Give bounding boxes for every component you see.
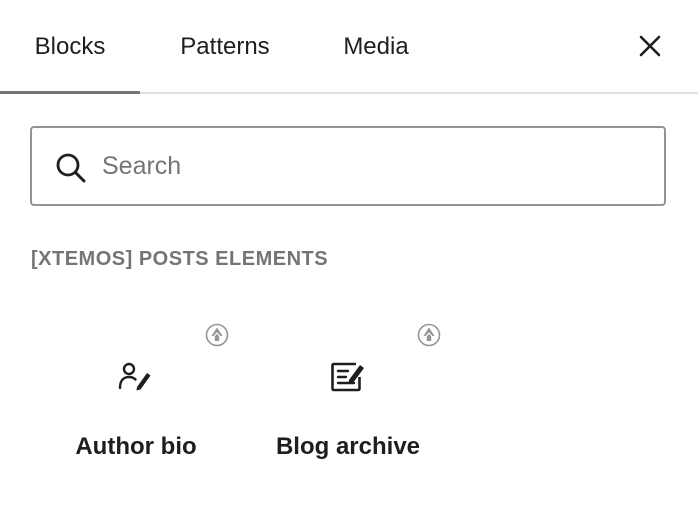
tab-blocks-label: Blocks <box>34 33 106 60</box>
close-button[interactable] <box>626 22 674 70</box>
block-blog-archive[interactable]: Blog archive <box>248 310 448 480</box>
tab-media-label: Media <box>343 33 409 60</box>
tab-blocks[interactable]: Blocks <box>0 0 140 94</box>
search-box <box>30 126 666 206</box>
block-inserter-panel: Blocks Patterns Media [XTEMOS] POSTS ELE… <box>0 0 698 520</box>
tab-patterns[interactable]: Patterns <box>140 0 310 94</box>
category-heading: [XTEMOS] POSTS ELEMENTS <box>31 248 329 270</box>
block-blog-archive-label: Blog archive <box>275 433 421 460</box>
inserter-tabs: Blocks Patterns Media <box>0 0 698 94</box>
tab-media[interactable]: Media <box>310 0 442 94</box>
block-author-bio-label: Author bio <box>75 433 197 460</box>
xtemos-badge-icon <box>205 323 229 347</box>
tab-patterns-label: Patterns <box>180 33 270 60</box>
search-input[interactable] <box>102 128 652 204</box>
block-author-bio[interactable]: Author bio <box>36 310 236 480</box>
author-bio-icon <box>118 362 151 391</box>
blog-archive-icon <box>331 362 364 392</box>
close-icon <box>639 35 661 57</box>
search-icon <box>56 153 86 183</box>
xtemos-badge-icon <box>417 323 441 347</box>
active-tab-indicator <box>0 91 140 94</box>
